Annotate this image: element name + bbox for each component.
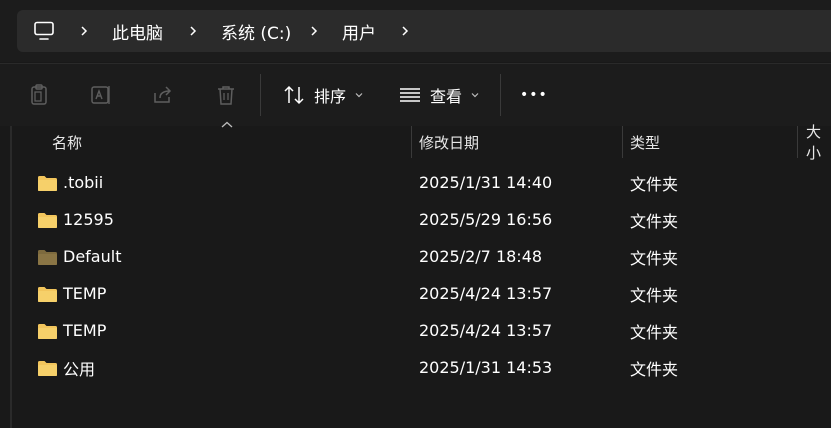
chevron-down-icon <box>471 93 479 98</box>
file-row[interactable]: Default 2025/2/7 18:48 文件夹 <box>0 238 831 275</box>
file-row[interactable]: TEMP 2025/4/24 13:57 文件夹 <box>0 275 831 312</box>
chevron-down-icon <box>355 93 363 98</box>
file-date: 2025/1/31 14:40 <box>419 173 553 192</box>
view-label: 查看 <box>430 87 463 106</box>
chevron-right-icon[interactable] <box>399 10 411 52</box>
file-date: 2025/5/29 16:56 <box>419 210 553 229</box>
file-name: 12595 <box>63 210 114 229</box>
sort-ascending-icon <box>221 121 233 128</box>
address-bar[interactable]: 此电脑 系统 (C:) 用户 <box>17 10 831 52</box>
column-header-size[interactable]: 大小 <box>806 123 831 162</box>
file-name: TEMP <box>63 321 107 340</box>
file-row[interactable]: 12595 2025/5/29 16:56 文件夹 <box>0 201 831 238</box>
column-divider[interactable] <box>797 126 798 158</box>
rename-icon[interactable] <box>89 83 113 107</box>
breadcrumb-users[interactable]: 用户 <box>342 10 376 52</box>
command-bar: 排序 查看 ••• <box>0 63 831 127</box>
column-header-name[interactable]: 名称 <box>52 126 82 158</box>
file-name: TEMP <box>63 284 107 303</box>
address-bar-region: 此电脑 系统 (C:) 用户 <box>0 0 831 62</box>
computer-icon[interactable] <box>33 10 55 52</box>
toolbar-divider <box>500 74 501 116</box>
column-divider[interactable] <box>411 126 412 158</box>
file-type: 文件夹 <box>630 174 679 194</box>
file-row[interactable]: TEMP 2025/4/24 13:57 文件夹 <box>0 312 831 349</box>
file-date: 2025/2/7 18:48 <box>419 247 543 266</box>
view-button[interactable]: 查看 <box>398 78 480 112</box>
column-divider[interactable] <box>622 126 623 158</box>
file-type: 文件夹 <box>630 285 679 305</box>
folder-icon <box>38 361 57 376</box>
file-date: 2025/4/24 13:57 <box>419 284 553 303</box>
file-date: 2025/4/24 13:57 <box>419 321 553 340</box>
chevron-right-icon[interactable] <box>78 10 90 52</box>
share-icon[interactable] <box>151 83 175 107</box>
file-type: 文件夹 <box>630 322 679 342</box>
file-name: .tobii <box>63 173 104 192</box>
file-date: 2025/1/31 14:53 <box>419 358 553 377</box>
column-header-row: 名称 修改日期 类型 大小 <box>0 121 831 162</box>
folder-dim-icon <box>38 250 57 265</box>
folder-icon <box>38 213 57 228</box>
file-list: 名称 修改日期 类型 大小 .tobii 2025/1/31 14:40 文件夹… <box>0 121 831 428</box>
file-type: 文件夹 <box>630 248 679 268</box>
sort-button[interactable]: 排序 <box>282 78 364 112</box>
column-header-date[interactable]: 修改日期 <box>419 126 479 158</box>
folder-icon <box>38 287 57 302</box>
file-name: 公用 <box>63 359 96 379</box>
file-row[interactable]: 公用 2025/1/31 14:53 文件夹 <box>0 349 831 386</box>
delete-icon[interactable] <box>214 83 238 107</box>
breadcrumb-drive-c[interactable]: 系统 (C:) <box>221 10 291 52</box>
more-options-button[interactable]: ••• <box>520 78 548 112</box>
sort-icon <box>284 85 304 105</box>
chevron-right-icon[interactable] <box>187 10 199 52</box>
chevron-right-icon[interactable] <box>308 10 320 52</box>
toolbar-divider <box>260 74 261 116</box>
breadcrumb-this-pc[interactable]: 此电脑 <box>112 10 163 52</box>
folder-icon <box>38 324 57 339</box>
sort-label: 排序 <box>314 87 347 106</box>
column-header-type[interactable]: 类型 <box>630 126 660 158</box>
file-type: 文件夹 <box>630 211 679 231</box>
view-icon <box>400 88 420 102</box>
file-row[interactable]: .tobii 2025/1/31 14:40 文件夹 <box>0 164 831 201</box>
file-type: 文件夹 <box>630 359 679 379</box>
file-name: Default <box>63 247 122 266</box>
paste-icon[interactable] <box>27 83 51 107</box>
folder-icon <box>38 176 57 191</box>
